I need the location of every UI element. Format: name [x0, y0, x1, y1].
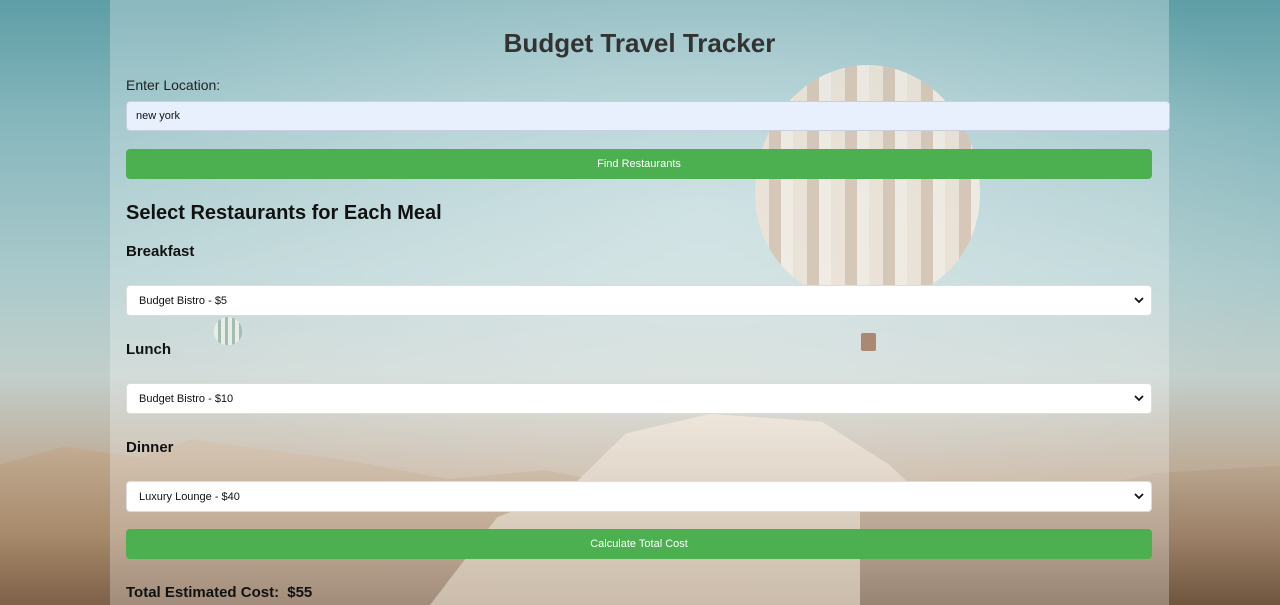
lunch-select[interactable]: Budget Bistro - $10 [126, 383, 1152, 414]
dinner-select[interactable]: Luxury Lounge - $40 [126, 481, 1152, 512]
total-cost: Total Estimated Cost: $55 [126, 584, 312, 601]
calculate-total-button[interactable]: Calculate Total Cost [126, 529, 1152, 559]
meals-section-title: Select Restaurants for Each Meal [126, 202, 442, 224]
dinner-label: Dinner [126, 439, 174, 456]
total-cost-value: $55 [287, 584, 313, 601]
total-cost-label: Total Estimated Cost: [126, 584, 280, 601]
chevron-down-icon [1134, 493, 1144, 500]
chevron-down-icon [1134, 395, 1144, 402]
location-label: Enter Location: [126, 77, 221, 93]
find-restaurants-button[interactable]: Find Restaurants [126, 149, 1152, 179]
main-panel: Budget Travel Tracker Enter Location: Fi… [110, 0, 1170, 605]
chevron-down-icon [1134, 297, 1144, 304]
breakfast-label: Breakfast [126, 243, 195, 260]
page-title: Budget Travel Tracker [503, 28, 776, 58]
lunch-label: Lunch [126, 341, 171, 358]
breakfast-select-value: Budget Bistro - $5 [139, 295, 228, 307]
breakfast-select[interactable]: Budget Bistro - $5 [126, 285, 1152, 316]
location-input[interactable] [126, 101, 1170, 131]
lunch-select-value: Budget Bistro - $10 [139, 393, 234, 405]
dinner-select-value: Luxury Lounge - $40 [139, 491, 240, 503]
